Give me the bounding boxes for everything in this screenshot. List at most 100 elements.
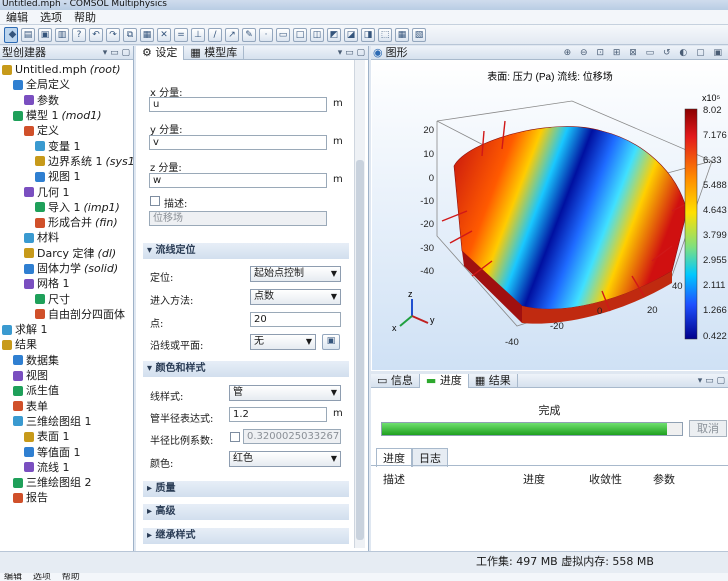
- x-unit: m: [333, 98, 343, 109]
- arrow-icon[interactable]: ↗: [225, 27, 239, 42]
- section-quality[interactable]: ▸ 质量: [143, 481, 349, 497]
- tree-item[interactable]: 流线 1: [0, 460, 133, 475]
- tab-model-library[interactable]: ▦ 模型库: [184, 45, 245, 60]
- tree-item[interactable]: 全局定义: [0, 77, 133, 92]
- panel-controls-icon[interactable]: ▾ ▭ ▢: [103, 47, 130, 60]
- paste-icon[interactable]: ▦: [140, 27, 154, 42]
- tree-item[interactable]: 报告: [0, 490, 133, 505]
- along-select[interactable]: 无 ▼: [250, 334, 316, 350]
- section-streamline-positioning[interactable]: ▾ 流线定位: [143, 243, 349, 259]
- entry-method-select[interactable]: 点数 ▼: [250, 289, 341, 305]
- undo-icon[interactable]: ↶: [89, 27, 103, 42]
- menu-options[interactable]: 选项: [34, 9, 68, 25]
- tree-item[interactable]: 定义: [0, 123, 133, 138]
- x-component-input[interactable]: u: [149, 97, 327, 112]
- parameters-icon[interactable]: ⊥: [191, 27, 205, 42]
- tree-item-tag: (imp1): [83, 200, 120, 214]
- export-icon[interactable]: ⬚: [378, 27, 392, 42]
- settings-scrollbar-thumb[interactable]: [356, 160, 364, 540]
- tree-item[interactable]: 变量 1: [0, 138, 133, 153]
- tree-item[interactable]: Untitled.mph (root): [0, 62, 133, 77]
- line-icon[interactable]: /: [208, 27, 222, 42]
- redo-icon[interactable]: ↷: [106, 27, 120, 42]
- tree-item-label: 变量 1: [48, 139, 81, 153]
- tree-item[interactable]: 尺寸: [0, 291, 133, 306]
- tree-item[interactable]: 模型 1 (mod1): [0, 108, 133, 123]
- delete-icon[interactable]: ✕: [157, 27, 171, 42]
- report-icon[interactable]: ◨: [361, 27, 375, 42]
- study-icon[interactable]: ◩: [327, 27, 341, 42]
- tree-item-label: 表面 1: [37, 430, 70, 444]
- tree-item[interactable]: 视图 1: [0, 169, 133, 184]
- radius-ratio-input[interactable]: 0.32000250332675: [243, 429, 341, 444]
- tree-item[interactable]: 参数: [0, 93, 133, 108]
- tree-item[interactable]: 表单: [0, 399, 133, 414]
- svg-text:0.422: 0.422: [703, 331, 727, 342]
- menu-help[interactable]: 帮助: [68, 9, 102, 25]
- section-color-style[interactable]: ▾ 颜色和样式: [143, 361, 349, 377]
- graphics-toolbar-icons[interactable]: ⊕ ⊖ ⊡ ⊞ ⊠ ▭ ↺ ◐ ▢ ▣: [564, 47, 725, 60]
- tree-item[interactable]: 三维绘图组 2: [0, 475, 133, 490]
- plot-svg: 表面: 压力 (Pa) 流线: 位移场 20 10 0 -10 -20 -30 …: [392, 70, 727, 348]
- tree-item[interactable]: 形成合并 (fin): [0, 215, 133, 230]
- tab-info[interactable]: ▭ 信息: [371, 373, 420, 388]
- tree-item[interactable]: 表面 1: [0, 429, 133, 444]
- tube-radius-input[interactable]: 1.2: [229, 407, 327, 422]
- tree-item[interactable]: 固体力学 (solid): [0, 261, 133, 276]
- save-icon[interactable]: ▣: [38, 27, 52, 42]
- tree-item[interactable]: 导入 1 (imp1): [0, 200, 133, 215]
- open-icon[interactable]: ▤: [21, 27, 35, 42]
- geometry-icon[interactable]: ◆: [4, 26, 18, 43]
- describe-input[interactable]: 位移场: [149, 211, 327, 226]
- box-icon[interactable]: □: [293, 27, 307, 42]
- tree-item[interactable]: 等值面 1: [0, 444, 133, 459]
- tree-item[interactable]: 材料: [0, 230, 133, 245]
- tree-item[interactable]: 边界系统 1(sys1): [0, 154, 133, 169]
- tree-item[interactable]: 网格 1: [0, 276, 133, 291]
- along-edit-icon[interactable]: ▣: [322, 334, 340, 350]
- col-convergence: 收敛性: [589, 473, 622, 486]
- compute-icon[interactable]: =: [174, 27, 188, 42]
- section-advanced[interactable]: ▸ 高级: [143, 504, 349, 520]
- draw-icon[interactable]: ✎: [242, 27, 256, 42]
- point-icon[interactable]: ·: [259, 27, 273, 42]
- copy-icon[interactable]: ⧉: [123, 27, 137, 42]
- line-style-select[interactable]: 管 ▼: [229, 385, 341, 401]
- col-parameter: 参数: [653, 473, 675, 486]
- tab-progress[interactable]: ▬ 进度: [419, 373, 469, 388]
- tree-item[interactable]: 派生值: [0, 383, 133, 398]
- tree-item[interactable]: 结果: [0, 337, 133, 352]
- tree-item[interactable]: 视图: [0, 368, 133, 383]
- position-select[interactable]: 起始点控制 ▼: [250, 266, 341, 282]
- tree-item[interactable]: 自由剖分四面体: [0, 307, 133, 322]
- print-icon[interactable]: ▥: [55, 27, 69, 42]
- points-input[interactable]: 20: [250, 312, 341, 327]
- help-icon[interactable]: ?: [72, 27, 86, 42]
- tab-results[interactable]: ▦ 结果: [469, 373, 518, 388]
- cancel-button[interactable]: 取消: [689, 420, 727, 437]
- tab-results-label: 结果: [488, 373, 511, 387]
- select-icon[interactable]: ▭: [276, 27, 290, 42]
- graphics-viewport[interactable]: 表面: 压力 (Pa) 流线: 位移场 20 10 0 -10 -20 -30 …: [372, 61, 728, 370]
- layout-icon[interactable]: ▦: [395, 27, 409, 42]
- menu-edit[interactable]: 编辑: [0, 9, 34, 25]
- tab-settings[interactable]: ⚙ 设定: [136, 45, 185, 60]
- tree-item[interactable]: 三维绘图组 1: [0, 414, 133, 429]
- color-select[interactable]: 红色 ▼: [229, 451, 341, 467]
- tree-item[interactable]: 求解 1: [0, 322, 133, 337]
- taskbar-strip: 编辑 选项 帮助: [0, 573, 728, 581]
- tree-item[interactable]: Darcy 定律 (dl): [0, 246, 133, 261]
- describe-checkbox[interactable]: [150, 196, 160, 206]
- tree-item[interactable]: 几何 1: [0, 184, 133, 199]
- y-component-input[interactable]: v: [149, 135, 327, 150]
- settings-controls-icon[interactable]: ▾ ▭ ▢: [338, 47, 365, 60]
- tree-item[interactable]: 数据集: [0, 353, 133, 368]
- plot-icon[interactable]: ◪: [344, 27, 358, 42]
- bottom-controls-icon[interactable]: ▾ ▭ ▢: [698, 375, 725, 388]
- window-icon[interactable]: ▧: [412, 27, 426, 42]
- section-inherit-style[interactable]: ▸ 继承样式: [143, 528, 349, 544]
- radius-ratio-checkbox[interactable]: [230, 432, 240, 442]
- mesh-icon[interactable]: ◫: [310, 27, 324, 42]
- z-component-input[interactable]: w: [149, 173, 327, 188]
- settings-scrollbar[interactable]: [354, 60, 365, 548]
